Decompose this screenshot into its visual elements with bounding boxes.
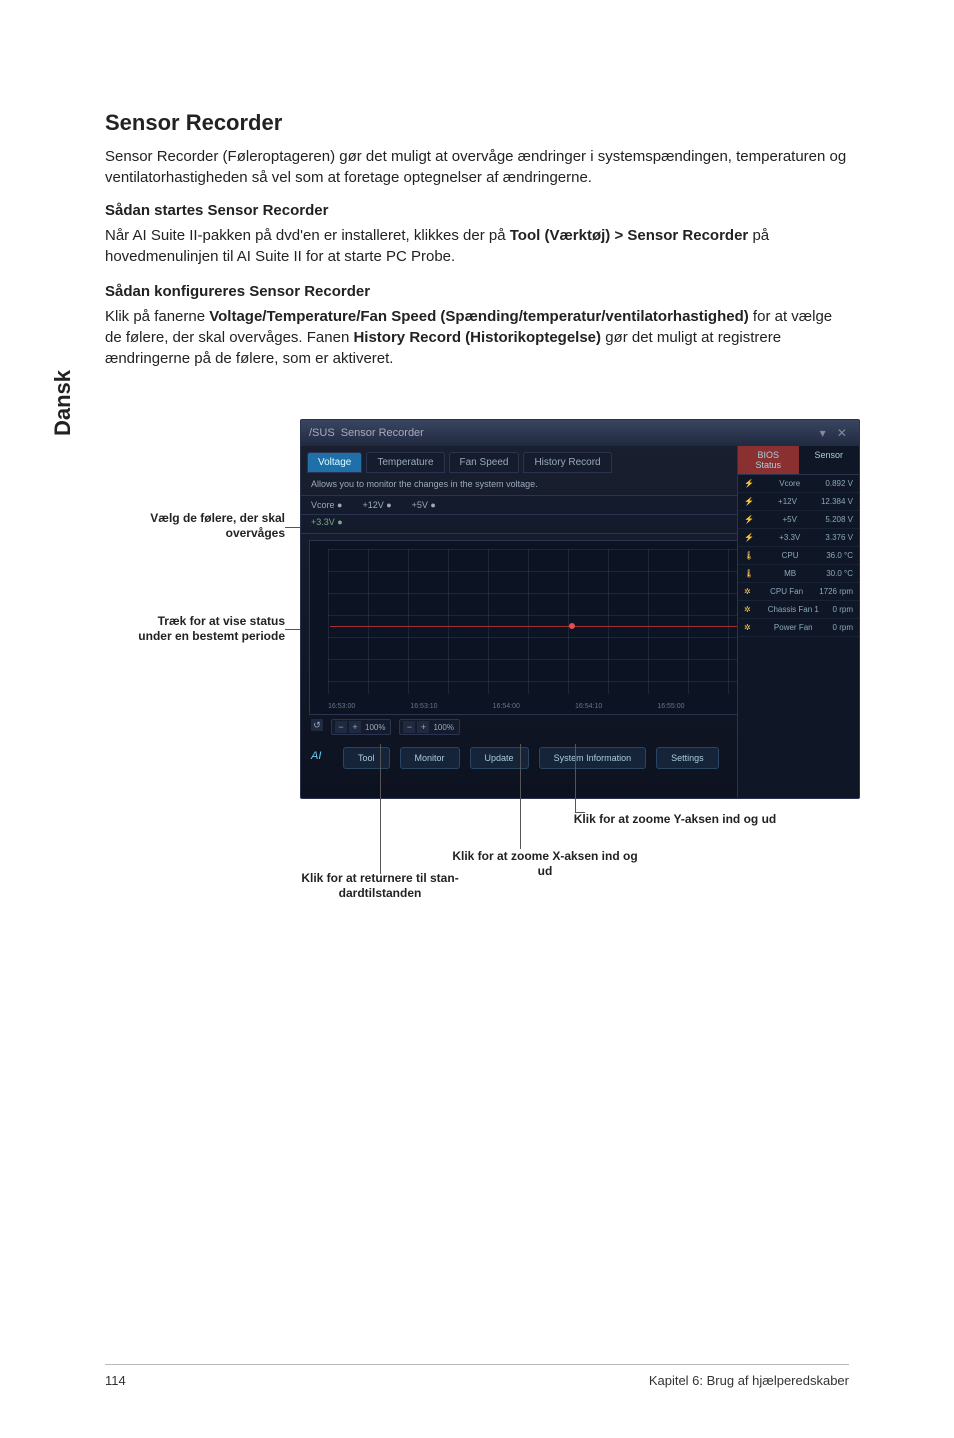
chapter-label: Kapitel 6: Brug af hjælperedskaber bbox=[649, 1373, 849, 1388]
sensor-row: ⚡ +5V 5.208 V bbox=[738, 511, 859, 529]
page-number: 114 bbox=[105, 1373, 126, 1388]
sensor-row: 🌡 CPU 36.0 °C bbox=[738, 547, 859, 565]
sensor-value: 30.0 °C bbox=[826, 569, 853, 578]
sensor-value: 0 rpm bbox=[833, 605, 853, 614]
side-tab-sensor[interactable]: Sensor bbox=[799, 446, 860, 474]
tab-temperature[interactable]: Temperature bbox=[366, 452, 444, 473]
leader-line bbox=[380, 744, 381, 874]
section-config-heading: Sådan konfigureres Sensor Recorder bbox=[105, 283, 849, 300]
chip-5v[interactable]: +5V ● bbox=[412, 500, 436, 510]
leader-line bbox=[575, 812, 585, 813]
page-body: Sensor Recorder Sensor Recorder (Følerop… bbox=[0, 0, 954, 939]
zoom-x-group: − + 100% bbox=[331, 719, 391, 735]
side-panel-header: BIOS Status Sensor bbox=[738, 446, 859, 475]
section-config-body: Klik på fanerne Voltage/Temperature/Fan … bbox=[105, 306, 849, 369]
sensor-name: +3.3V bbox=[779, 533, 800, 542]
sensor-name: Chassis Fan 1 bbox=[768, 605, 819, 614]
callout-reset-default: Klik for at returnere til stan­dardtilst… bbox=[290, 871, 470, 901]
zoom-y-group: − + 100% bbox=[399, 719, 459, 735]
sensor-value: 0.892 V bbox=[825, 479, 853, 488]
start-text-bold: Tool (Værktøj) > Sensor Recorder bbox=[510, 227, 749, 244]
sensor-row: ✲ Chassis Fan 1 0 rpm bbox=[738, 601, 859, 619]
bolt-icon: ⚡ bbox=[744, 497, 754, 506]
section-start-heading: Sådan startes Sensor Recorder bbox=[105, 202, 849, 219]
brand-logo: /SUS bbox=[309, 427, 335, 439]
sensor-value: 0 rpm bbox=[833, 623, 853, 632]
zoom-x-in-button[interactable]: + bbox=[349, 721, 361, 733]
sensor-value: 3.376 V bbox=[825, 533, 853, 542]
sensor-name: Vcore bbox=[779, 479, 800, 488]
sensor-value: 5.208 V bbox=[825, 515, 853, 524]
chip-12v[interactable]: +12V ● bbox=[362, 500, 391, 510]
callout-select-sensors: Vælg de følere, der skal over­våges bbox=[125, 511, 285, 541]
bolt-icon: ⚡ bbox=[744, 479, 754, 488]
bolt-icon: ⚡ bbox=[744, 515, 754, 524]
sensor-name: CPU Fan bbox=[770, 587, 803, 596]
sensor-row: ⚡ +3.3V 3.376 V bbox=[738, 529, 859, 547]
leader-line bbox=[520, 744, 521, 849]
config-text-bold2: History Record (Historikoptegelse) bbox=[353, 329, 601, 346]
sensor-name: +12V bbox=[778, 497, 797, 506]
diagram: Vælg de følere, der skal over­våges Træk… bbox=[125, 419, 849, 939]
page-title: Sensor Recorder bbox=[105, 110, 849, 136]
settings-button[interactable]: Settings bbox=[656, 747, 719, 769]
monitor-button[interactable]: Monitor bbox=[400, 747, 460, 769]
chip-vcore[interactable]: Vcore ● bbox=[311, 500, 342, 510]
sensor-value: 36.0 °C bbox=[826, 551, 853, 560]
sensor-recorder-window: /SUS Sensor Recorder ▾ ✕ Voltage Tempera… bbox=[300, 419, 860, 799]
xtick: 16:54:00 bbox=[493, 703, 520, 710]
sensor-name: +5V bbox=[782, 515, 796, 524]
sensor-name: Power Fan bbox=[774, 623, 813, 632]
thermometer-icon: 🌡 bbox=[744, 569, 754, 578]
zoom-x-value: 100% bbox=[363, 723, 387, 732]
side-language-tab: Dansk bbox=[50, 370, 76, 436]
fan-icon: ✲ bbox=[744, 623, 754, 632]
sensor-value: 12.384 V bbox=[821, 497, 853, 506]
tab-fan-speed[interactable]: Fan Speed bbox=[449, 452, 520, 473]
callout-drag-status: Træk for at vise status under en bestemt… bbox=[125, 614, 285, 644]
sensor-value: 1726 rpm bbox=[819, 587, 853, 596]
sensor-side-panel: BIOS Status Sensor ⚡ Vcore 0.892 V ⚡ +12V 12… bbox=[737, 446, 859, 798]
ai-suite-icon[interactable]: AI bbox=[311, 750, 333, 766]
system-information-button[interactable]: System Information bbox=[539, 747, 647, 769]
side-tab-bios[interactable]: BIOS Status bbox=[738, 446, 799, 474]
xtick: 16:53:00 bbox=[328, 703, 355, 710]
start-text-pre: Når AI Suite II-pakken på dvd'en er inst… bbox=[105, 227, 510, 244]
window-title: Sensor Recorder bbox=[341, 427, 424, 439]
intro-paragraph: Sensor Recorder (Føleroptageren) gør det… bbox=[105, 146, 849, 188]
tab-voltage[interactable]: Voltage bbox=[307, 452, 362, 473]
zoom-y-value: 100% bbox=[431, 723, 455, 732]
sensor-row: 🌡 MB 30.0 °C bbox=[738, 565, 859, 583]
fan-icon: ✲ bbox=[744, 605, 754, 614]
leader-line bbox=[575, 744, 576, 812]
fan-icon: ✲ bbox=[744, 587, 754, 596]
page-footer: 114 Kapitel 6: Brug af hjælperedskaber bbox=[105, 1364, 849, 1388]
xtick: 16:53:10 bbox=[410, 703, 437, 710]
zoom-y-in-button[interactable]: + bbox=[417, 721, 429, 733]
tool-button[interactable]: Tool bbox=[343, 747, 390, 769]
xtick: 16:54:10 bbox=[575, 703, 602, 710]
sensor-name: CPU bbox=[782, 551, 799, 560]
callout-zoom-y: Klik for at zoome Y-aksen ind og ud bbox=[540, 812, 810, 827]
tab-history-record[interactable]: History Record bbox=[523, 452, 611, 473]
config-text-pre: Klik på fanerne bbox=[105, 308, 209, 325]
sensor-row: ⚡ +12V 12.384 V bbox=[738, 493, 859, 511]
window-titlebar: /SUS Sensor Recorder ▾ ✕ bbox=[301, 420, 859, 446]
bolt-icon: ⚡ bbox=[744, 533, 754, 542]
sensor-name: MB bbox=[784, 569, 796, 578]
section-start-body: Når AI Suite II-pakken på dvd'en er inst… bbox=[105, 225, 849, 267]
window-controls[interactable]: ▾ ✕ bbox=[820, 426, 851, 440]
zoom-reset-icon[interactable]: ↺ bbox=[311, 719, 323, 731]
xtick: 16:55:00 bbox=[657, 703, 684, 710]
config-text-bold1: Voltage/Temperature/Fan Speed (Spænding/… bbox=[209, 308, 749, 325]
sensor-row: ⚡ Vcore 0.892 V bbox=[738, 475, 859, 493]
zoom-y-out-button[interactable]: − bbox=[403, 721, 415, 733]
callout-zoom-x: Klik for at zoome X-aksen ind og ud bbox=[445, 849, 645, 879]
thermometer-icon: 🌡 bbox=[744, 551, 754, 560]
sensor-row: ✲ Power Fan 0 rpm bbox=[738, 619, 859, 637]
zoom-x-out-button[interactable]: − bbox=[335, 721, 347, 733]
sensor-row: ✲ CPU Fan 1726 rpm bbox=[738, 583, 859, 601]
